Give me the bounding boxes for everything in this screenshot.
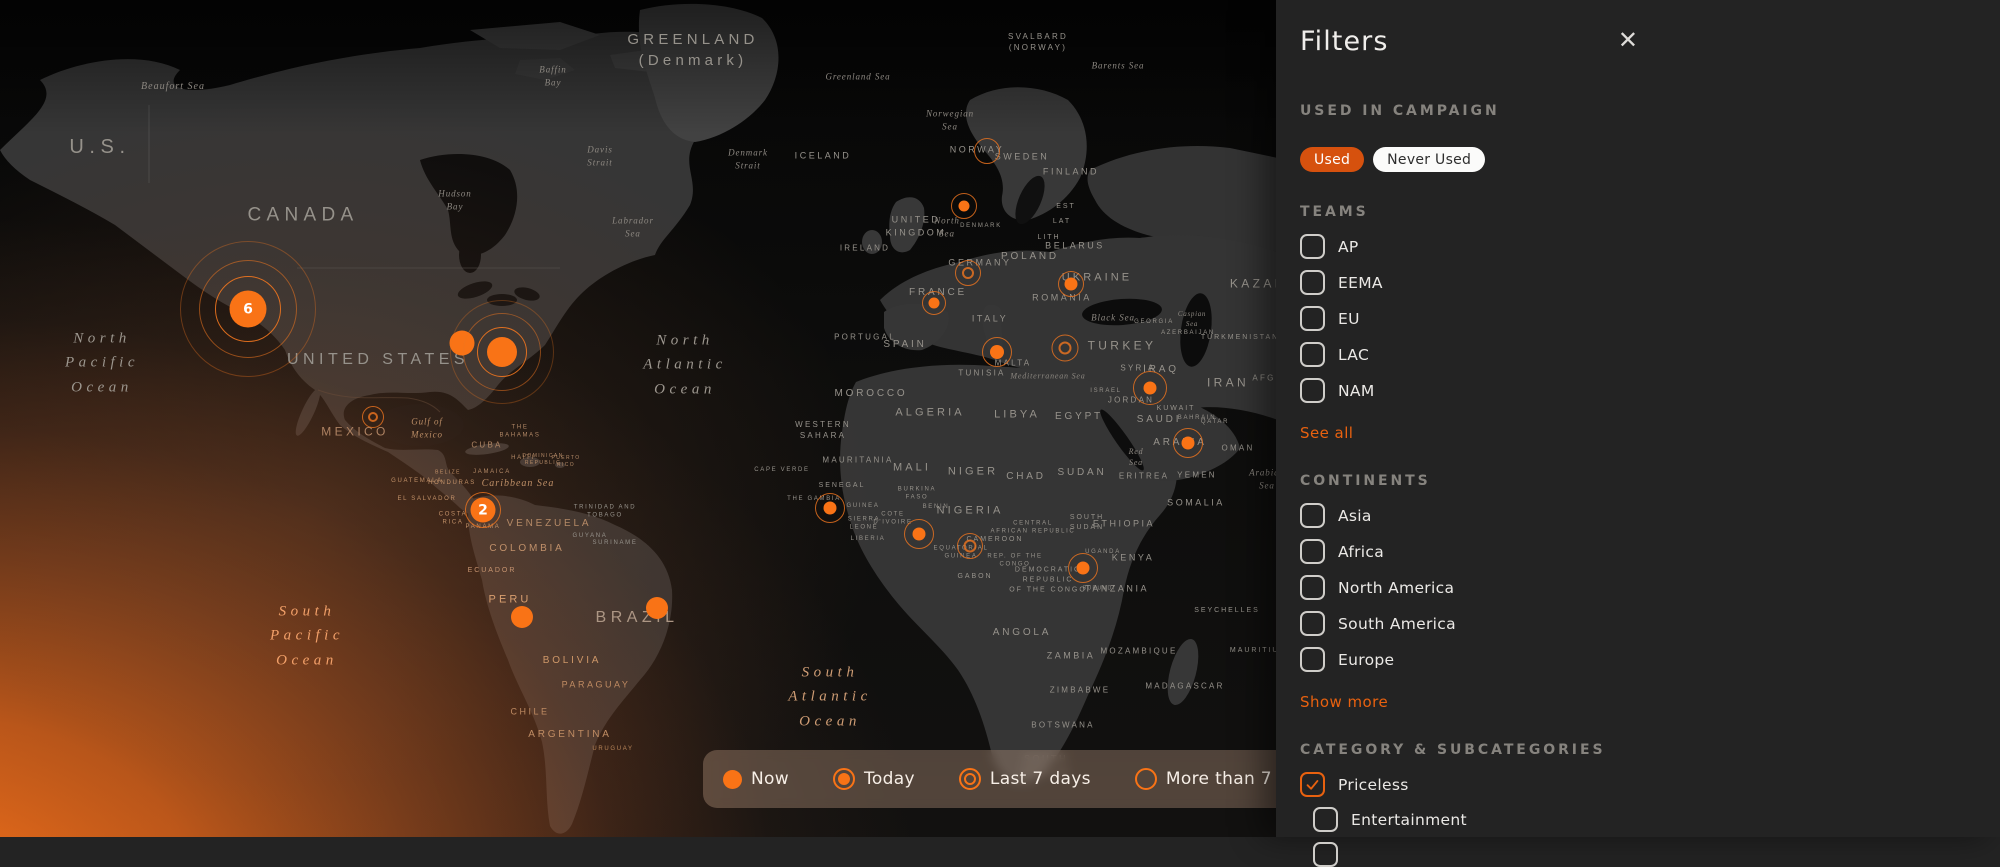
marker-dot: [1182, 437, 1195, 450]
marker-cluster-count: 6: [230, 291, 267, 328]
campaign-pills: Used Never Used: [1300, 147, 2000, 172]
checkbox-icon[interactable]: [1300, 503, 1325, 528]
legend-item-now: Now: [723, 769, 789, 789]
legend-label: Today: [864, 769, 915, 789]
section-header-continents: CONTINENTS: [1300, 473, 2000, 489]
checkbox-icon[interactable]: [1300, 234, 1325, 259]
filter-option-label[interactable]: North America: [1338, 579, 1454, 597]
checkbox-icon[interactable]: [1300, 647, 1325, 672]
marker-ring: [964, 540, 977, 553]
marker-dot: [487, 337, 517, 367]
section-header-categories: CATEGORY & SUBCATEGORIES: [1300, 742, 2000, 758]
checkbox-checked-icon[interactable]: [1300, 772, 1325, 797]
section-header-teams: TEAMS: [1300, 204, 2000, 220]
filter-option-label[interactable]: Priceless: [1338, 776, 1409, 794]
pill-never-used[interactable]: Never Used: [1373, 147, 1485, 172]
filter-option-south-america[interactable]: South America: [1300, 611, 2000, 636]
close-icon[interactable]: ✕: [1616, 26, 1640, 54]
marker-dot: [824, 502, 837, 515]
filter-option-label[interactable]: Asia: [1338, 507, 1372, 525]
panel-title: Filters: [1300, 26, 1389, 57]
map-legend: Now Today Last 7 days More than 7 days ago: [703, 750, 1278, 808]
legend-now-icon: [723, 770, 742, 789]
checkbox-icon[interactable]: [1300, 342, 1325, 367]
filter-option-label[interactable]: Entertainment: [1351, 811, 1467, 829]
filter-option-lac[interactable]: LAC: [1300, 342, 2000, 367]
checkbox-icon[interactable]: [1300, 611, 1325, 636]
checkbox-icon[interactable]: [1313, 842, 1338, 867]
marker-ring: [368, 412, 378, 422]
legend-label: Last 7 days: [990, 769, 1091, 789]
filter-option-label[interactable]: EU: [1338, 310, 1360, 328]
see-all-link[interactable]: See all: [1300, 424, 1353, 442]
filter-option-label[interactable]: EEMA: [1338, 274, 1383, 292]
marker-dot: [1065, 278, 1078, 291]
marker-dot: [959, 201, 970, 212]
legend-label: More than 7 days ago: [1166, 769, 1278, 789]
marker-ring: [974, 138, 1000, 164]
categories-options: Priceless Entertainment: [1300, 772, 2000, 867]
legend-item-more7: More than 7 days ago: [1135, 768, 1278, 790]
filter-option-north-america[interactable]: North America: [1300, 575, 2000, 600]
continents-options: Asia Africa North America South America Euro…: [1300, 503, 2000, 672]
filter-option-africa[interactable]: Africa: [1300, 539, 2000, 564]
checkbox-icon[interactable]: [1300, 270, 1325, 295]
marker-dot: [1144, 382, 1157, 395]
filter-option-label[interactable]: NAM: [1338, 382, 1375, 400]
filter-option-label[interactable]: AP: [1338, 238, 1359, 256]
checkbox-icon[interactable]: [1313, 807, 1338, 832]
legend-last7-icon: [959, 768, 981, 790]
map-landmasses: [0, 0, 1278, 837]
world-map[interactable]: North Pacific OceanNorth Atlantic OceanS…: [0, 0, 1278, 837]
filter-option-entertainment[interactable]: Entertainment: [1313, 807, 2000, 832]
show-more-link[interactable]: Show more: [1300, 693, 1388, 711]
teams-options: AP EEMA EU LAC NAM: [1300, 234, 2000, 403]
filter-option-item[interactable]: [1313, 842, 2000, 867]
checkbox-icon[interactable]: [1300, 378, 1325, 403]
section-header-used-in-campaign: USED IN CAMPAIGN: [1300, 103, 2000, 119]
checkbox-icon[interactable]: [1300, 539, 1325, 564]
legend-item-today: Today: [833, 768, 915, 790]
filter-option-europe[interactable]: Europe: [1300, 647, 2000, 672]
filter-option-label[interactable]: Europe: [1338, 651, 1394, 669]
legend-more7-icon: [1135, 768, 1157, 790]
filter-option-eema[interactable]: EEMA: [1300, 270, 2000, 295]
marker-dot: [929, 298, 940, 309]
marker-dot: [913, 528, 926, 541]
filter-option-nam[interactable]: NAM: [1300, 378, 2000, 403]
filter-option-priceless[interactable]: Priceless: [1300, 772, 2000, 797]
checkbox-icon[interactable]: [1300, 306, 1325, 331]
marker-dot: [990, 345, 1004, 359]
marker-ring: [1059, 342, 1072, 355]
legend-label: Now: [751, 769, 789, 789]
marker-ring: [962, 267, 974, 279]
filter-option-label[interactable]: LAC: [1338, 346, 1369, 364]
filters-panel: Filters ✕ USED IN CAMPAIGN Used Never Use…: [1276, 0, 2000, 837]
filter-option-label[interactable]: Africa: [1338, 543, 1384, 561]
filter-option-ap[interactable]: AP: [1300, 234, 2000, 259]
marker-cluster-count: 2: [471, 498, 496, 523]
filter-option-eu[interactable]: EU: [1300, 306, 2000, 331]
checkbox-icon[interactable]: [1300, 575, 1325, 600]
marker-dot: [646, 597, 668, 619]
marker-dot: [511, 606, 533, 628]
filter-option-label[interactable]: South America: [1338, 615, 1456, 633]
marker-dot: [1077, 562, 1090, 575]
filter-option-asia[interactable]: Asia: [1300, 503, 2000, 528]
legend-today-icon: [833, 768, 855, 790]
legend-item-last7: Last 7 days: [959, 768, 1091, 790]
pill-used[interactable]: Used: [1300, 147, 1364, 172]
